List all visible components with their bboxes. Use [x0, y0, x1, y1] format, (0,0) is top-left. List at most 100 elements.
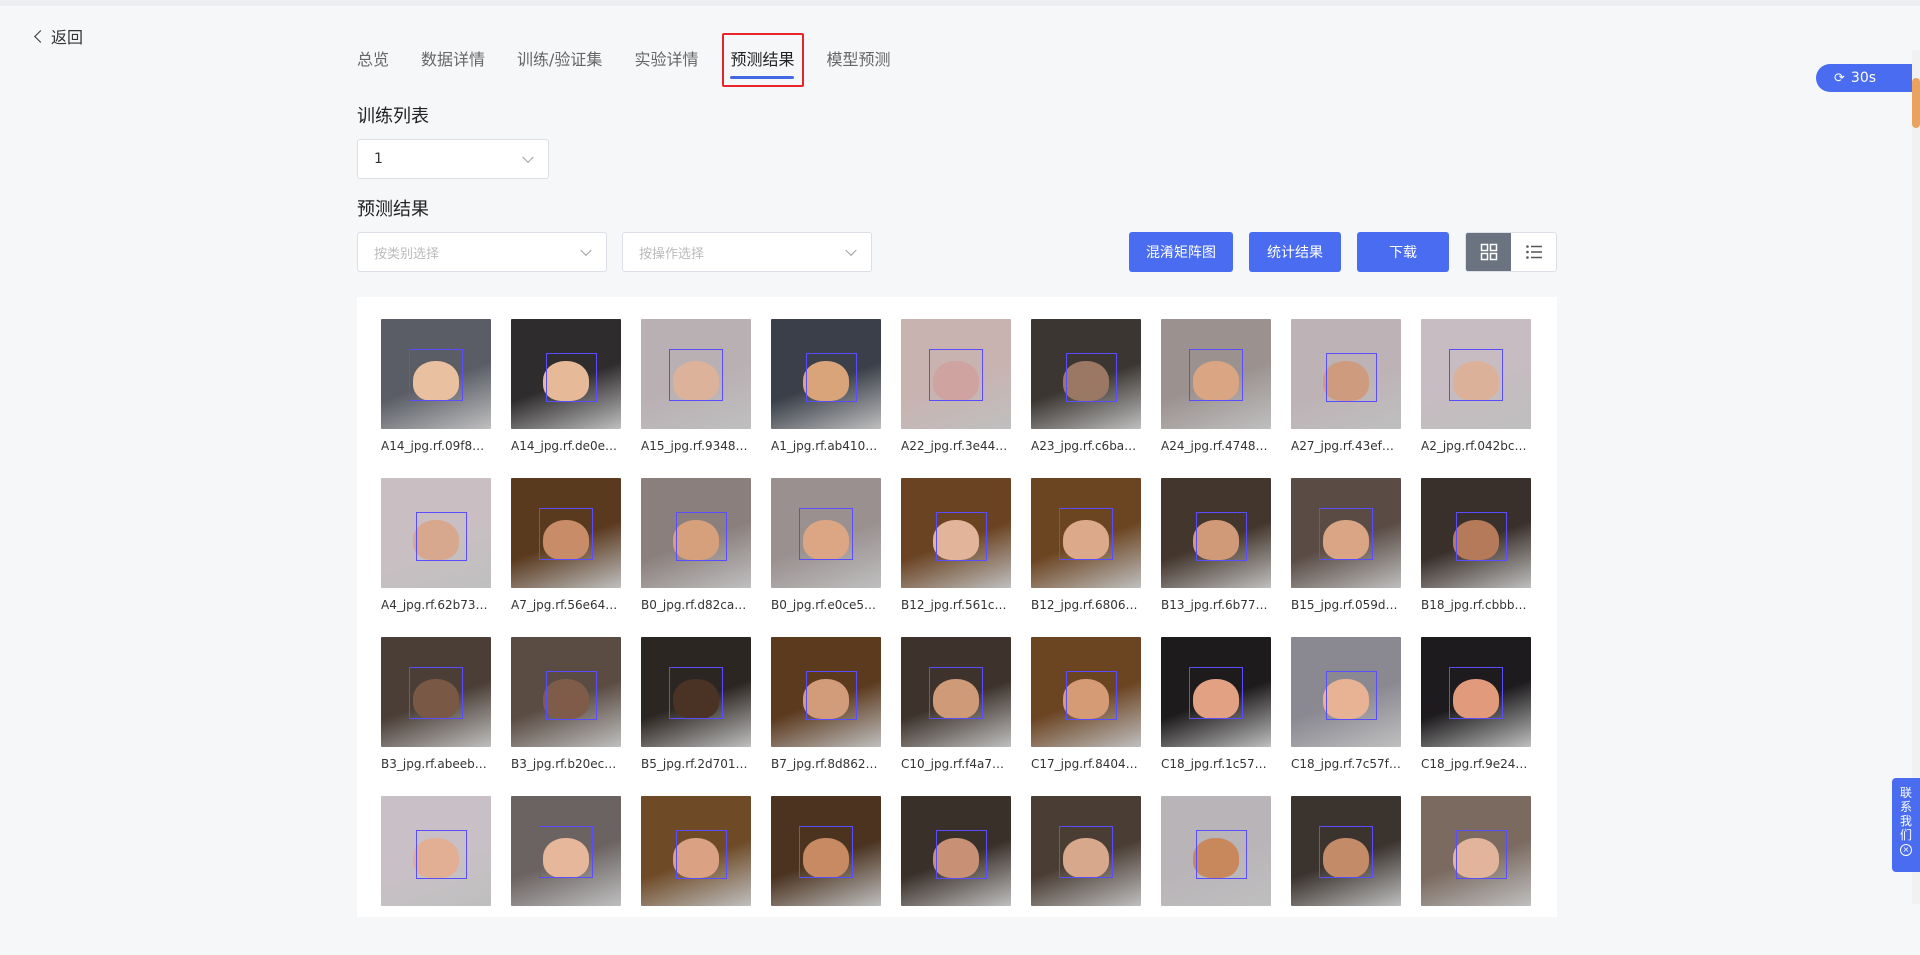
image-caption: A24_jpg.rf.47481... [1161, 439, 1271, 453]
download-button[interactable]: 下载 [1357, 232, 1449, 272]
detection-box [546, 670, 597, 721]
detection-box [1319, 508, 1373, 560]
image-card[interactable]: A2_jpg.rf.042bce... [1421, 319, 1531, 478]
image-card[interactable] [901, 796, 1011, 955]
image-card[interactable]: A22_jpg.rf.3e448... [901, 319, 1011, 478]
image-caption: C18_jpg.rf.9e247f... [1421, 757, 1531, 771]
image-caption: A27_jpg.rf.43ef87... [1291, 439, 1401, 453]
image-card[interactable]: A15_jpg.rf.9348b... [641, 319, 751, 478]
image-card[interactable]: A23_jpg.rf.c6ba8... [1031, 319, 1141, 478]
image-thumbnail [511, 319, 621, 429]
image-thumbnail [1161, 319, 1271, 429]
detection-box [806, 352, 857, 403]
image-card[interactable]: B7_jpg.rf.8d8628... [771, 637, 881, 796]
image-card[interactable]: C17_jpg.rf.8404b... [1031, 637, 1141, 796]
image-card[interactable]: B12_jpg.rf.561cc0... [901, 478, 1011, 637]
tab-model-prediction[interactable]: 模型预测 [826, 46, 890, 70]
category-select[interactable]: 按类别选择 [357, 232, 607, 272]
image-card[interactable]: B15_jpg.rf.059d0... [1291, 478, 1401, 637]
confusion-matrix-button[interactable]: 混淆矩阵图 [1129, 232, 1233, 272]
chevron-down-icon [580, 244, 592, 257]
image-card[interactable]: B18_jpg.rf.cbbbe... [1421, 478, 1531, 637]
contact-us-button[interactable]: 联 系 我 们 × [1892, 778, 1920, 872]
image-card[interactable]: C18_jpg.rf.1c57c3... [1161, 637, 1271, 796]
image-caption: B15_jpg.rf.059d0... [1291, 598, 1401, 612]
image-caption: B13_jpg.rf.6b775... [1161, 598, 1271, 612]
image-thumbnail [1421, 637, 1531, 747]
image-card[interactable]: A14_jpg.rf.09f81... [381, 319, 491, 478]
image-card[interactable] [1031, 796, 1141, 955]
chevron-left-icon [34, 30, 47, 43]
image-card[interactable] [1421, 796, 1531, 955]
image-card[interactable]: B3_jpg.rf.abeeb4... [381, 637, 491, 796]
detection-box [929, 667, 983, 719]
list-view-button[interactable] [1511, 233, 1556, 271]
detection-box [539, 508, 593, 560]
image-card[interactable]: A24_jpg.rf.47481... [1161, 319, 1271, 478]
image-thumbnail [901, 796, 1011, 906]
scrollbar-thumb[interactable] [1912, 78, 1920, 128]
image-card[interactable] [381, 796, 491, 955]
image-card[interactable]: C10_jpg.rf.f4a712... [901, 637, 1011, 796]
tab-data-details[interactable]: 数据详情 [421, 46, 485, 70]
image-card[interactable]: B5_jpg.rf.2d701f0... [641, 637, 751, 796]
results-panel: A14_jpg.rf.09f81... A14_jpg.rf.de0e5... A1… [357, 297, 1557, 917]
back-button[interactable]: 返回 [34, 24, 83, 48]
image-card[interactable]: A27_jpg.rf.43ef87... [1291, 319, 1401, 478]
image-card[interactable]: A7_jpg.rf.56e641... [511, 478, 621, 637]
image-card[interactable] [1291, 796, 1401, 955]
image-caption: B3_jpg.rf.abeeb4... [381, 757, 491, 771]
image-thumbnail [511, 637, 621, 747]
image-caption: A22_jpg.rf.3e448... [901, 439, 1011, 453]
image-thumbnail [771, 637, 881, 747]
image-thumbnail [1291, 319, 1401, 429]
image-card[interactable]: B0_jpg.rf.d82ca5f... [641, 478, 751, 637]
operation-select[interactable]: 按操作选择 [622, 232, 872, 272]
grid-view-button[interactable] [1466, 233, 1511, 271]
image-card[interactable] [511, 796, 621, 955]
image-thumbnail [1421, 796, 1531, 906]
image-caption: C18_jpg.rf.7c57fa... [1291, 757, 1401, 771]
image-thumbnail [1031, 319, 1141, 429]
image-caption: A7_jpg.rf.56e641... [511, 598, 621, 612]
image-card[interactable]: B12_jpg.rf.68069... [1031, 478, 1141, 637]
detection-box [1456, 829, 1507, 880]
image-thumbnail [511, 796, 621, 906]
image-card[interactable]: B13_jpg.rf.6b775... [1161, 478, 1271, 637]
tab-experiment-details[interactable]: 实验详情 [634, 46, 698, 70]
training-list-title: 训练列表 [357, 106, 429, 127]
training-list-select[interactable]: 1 [357, 139, 549, 179]
view-toggle [1465, 232, 1557, 272]
image-card[interactable] [1161, 796, 1271, 955]
image-thumbnail [1291, 637, 1401, 747]
detection-box [1326, 670, 1377, 721]
image-card[interactable]: B0_jpg.rf.e0ce5d... [771, 478, 881, 637]
image-card[interactable] [771, 796, 881, 955]
image-card[interactable]: A4_jpg.rf.62b735... [381, 478, 491, 637]
results-title: 预测结果 [357, 199, 429, 220]
scrollbar-track[interactable] [1912, 50, 1920, 904]
detection-box [669, 667, 723, 719]
detection-box [416, 511, 467, 562]
image-card[interactable]: A1_jpg.rf.ab410f1... [771, 319, 881, 478]
stats-button[interactable]: 统计结果 [1249, 232, 1341, 272]
image-thumbnail [771, 478, 881, 588]
tab-overview[interactable]: 总览 [357, 46, 389, 70]
image-thumbnail [1031, 796, 1141, 906]
image-card[interactable]: A14_jpg.rf.de0e5... [511, 319, 621, 478]
auto-refresh-button[interactable]: ⟳ 30s [1816, 64, 1920, 92]
image-card[interactable]: C18_jpg.rf.9e247f... [1421, 637, 1531, 796]
image-card[interactable] [641, 796, 751, 955]
tab-highlight-box [722, 33, 804, 87]
close-icon[interactable]: × [1900, 844, 1912, 856]
image-thumbnail [1291, 796, 1401, 906]
detection-box [416, 829, 467, 880]
tab-train-val[interactable]: 训练/验证集 [517, 46, 602, 70]
chevron-down-icon [522, 151, 534, 164]
image-thumbnail [641, 796, 751, 906]
image-card[interactable]: C18_jpg.rf.7c57fa... [1291, 637, 1401, 796]
image-card[interactable]: B3_jpg.rf.b20ece... [511, 637, 621, 796]
image-thumbnail [641, 319, 751, 429]
detection-box [1059, 826, 1113, 878]
detection-box [676, 829, 727, 880]
